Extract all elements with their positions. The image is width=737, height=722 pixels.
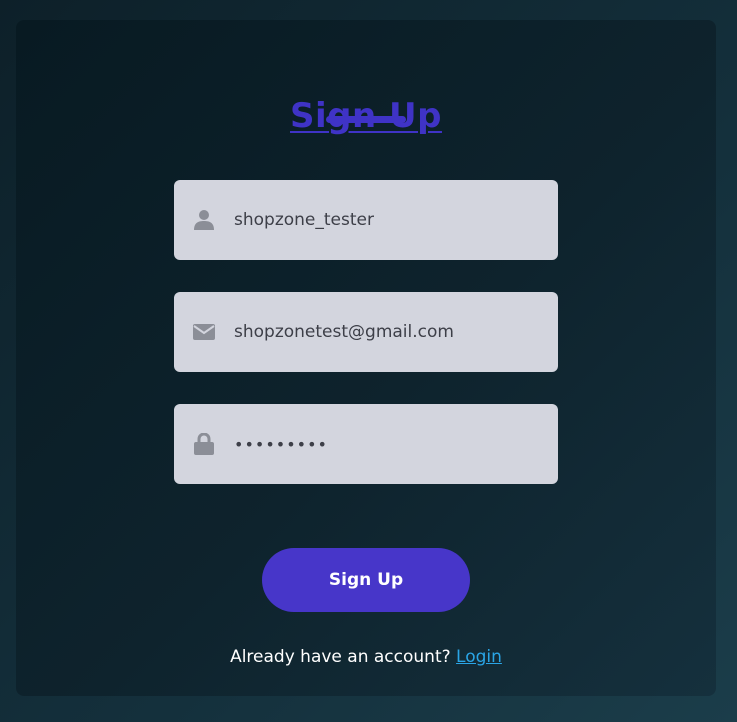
user-icon (193, 209, 215, 231)
email-field[interactable] (174, 292, 558, 372)
login-prompt: Already have an account? Login (16, 647, 716, 667)
envelope-icon (193, 321, 215, 343)
title-underline-bar (326, 116, 406, 123)
password-input[interactable] (234, 424, 544, 464)
username-input[interactable] (234, 200, 544, 240)
lock-icon (193, 433, 215, 455)
login-link[interactable]: Login (456, 647, 502, 667)
signup-card: Sign Up Sign Up Alrea (16, 20, 716, 696)
signup-button[interactable]: Sign Up (262, 548, 470, 612)
username-field[interactable] (174, 180, 558, 260)
password-field[interactable] (174, 404, 558, 484)
email-input[interactable] (234, 312, 544, 352)
login-prompt-text: Already have an account? (230, 647, 451, 667)
